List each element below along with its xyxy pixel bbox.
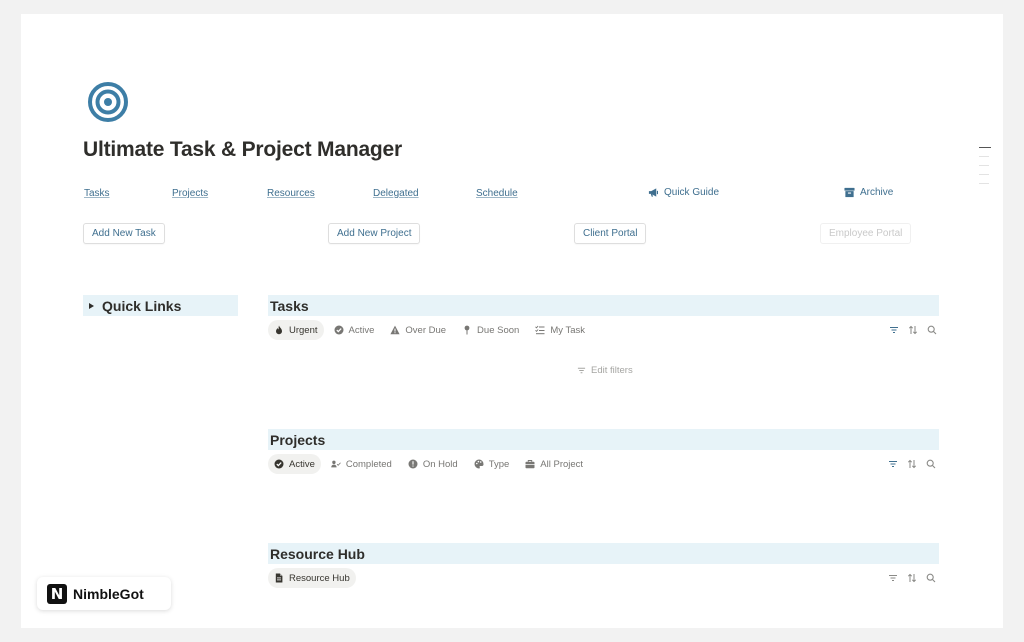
warning-icon [390,325,400,335]
quick-guide-link[interactable]: Quick Guide [648,187,719,198]
tab-label: On Hold [422,458,458,470]
brand-name: NimbleGot [73,585,144,602]
add-new-task-button[interactable]: Add New Task [83,223,165,244]
toc-line [979,156,989,157]
tab-label: Urgent [289,324,318,336]
tab-completed[interactable]: Completed [325,454,398,474]
search-icon[interactable] [926,459,936,469]
tab-label: My Task [550,324,585,336]
person-check-icon [331,460,341,468]
alert-circle-icon [408,459,418,469]
palette-icon [474,459,484,469]
tab-label: Due Soon [477,324,520,336]
tab-active[interactable]: Active [268,454,321,474]
tab-active[interactable]: Active [328,320,381,340]
table-of-contents-indicator[interactable] [979,147,991,192]
filter-icon[interactable] [888,573,898,583]
tasks-section-title: Tasks [270,297,309,314]
filter-icon[interactable] [889,325,899,335]
quick-links-toggle[interactable]: Quick Links [83,295,238,316]
tab-label: Completed [345,458,392,470]
edit-filters-label: Edit filters [591,364,633,376]
brand-badge: N NimbleGot [37,577,171,610]
briefcase-icon [525,460,535,469]
checklist-icon [535,325,545,335]
add-new-project-button[interactable]: Add New Project [328,223,421,244]
search-icon[interactable] [926,573,936,583]
toc-line [979,183,989,184]
archive-link[interactable]: Archive [844,187,893,198]
document-icon [275,573,283,583]
projects-section-header: Projects [268,429,939,450]
resource-hub-section-title: Resource Hub [270,545,365,562]
resource-hub-toolbar [888,573,936,583]
megaphone-icon [648,188,658,197]
tab-all-project[interactable]: All Project [519,454,589,474]
tab-urgent[interactable]: Urgent [268,320,324,340]
page: Ultimate Task & Project Manager Tasks Pr… [21,14,1003,628]
tasks-view-tabs: Urgent Active Over Due Due Soon My Task [268,320,591,340]
projects-section-title: Projects [270,431,326,448]
fire-icon [276,325,282,335]
page-title: Ultimate Task & Project Manager [83,138,403,161]
nav-link-schedule[interactable]: Schedule [476,188,518,199]
toc-line [979,174,989,175]
tab-my-task[interactable]: My Task [529,320,591,340]
tab-label: Resource Hub [289,572,350,584]
employee-portal-button[interactable]: Employee Portal [820,223,912,244]
nav-link-tasks[interactable]: Tasks [84,188,110,199]
tab-due-soon[interactable]: Due Soon [456,320,525,340]
target-icon [88,82,128,122]
tab-label: Active [289,458,315,470]
resource-hub-view-tabs: Resource Hub [268,568,356,588]
pin-icon [464,325,470,335]
tab-label: Over Due [405,324,447,336]
nav-link-delegated[interactable]: Delegated [373,188,419,199]
projects-view-tabs: Active Completed On Hold Type All Projec… [268,454,589,474]
filter-icon [577,367,586,373]
tab-label: Type [488,458,510,470]
tasks-section-header: Tasks [268,295,939,316]
edit-filters-button[interactable]: Edit filters [571,361,639,379]
nav-link-resources[interactable]: Resources [267,188,315,199]
resource-hub-section-header: Resource Hub [268,543,939,564]
check-circle-icon [274,459,284,469]
search-icon[interactable] [927,325,937,335]
quick-guide-label: Quick Guide [664,187,720,198]
sort-icon[interactable] [907,459,917,469]
toc-line [979,165,989,166]
filter-icon[interactable] [888,459,898,469]
tab-label: Active [348,324,375,336]
tab-type[interactable]: Type [468,454,516,474]
toggle-triangle-icon [89,302,94,309]
archive-box-icon [844,187,855,198]
tab-resource-hub[interactable]: Resource Hub [268,568,356,588]
tasks-toolbar [889,325,937,335]
tab-over-due[interactable]: Over Due [384,320,452,340]
tab-on-hold[interactable]: On Hold [402,454,464,474]
quick-links-label: Quick Links [102,297,182,314]
brand-logo-icon: N [47,583,67,604]
check-circle-icon [334,325,344,335]
sort-icon[interactable] [908,325,918,335]
sort-icon[interactable] [907,573,917,583]
projects-toolbar [888,459,936,469]
archive-label: Archive [860,187,894,198]
nav-link-projects[interactable]: Projects [172,188,208,199]
tab-label: All Project [540,458,584,470]
client-portal-button[interactable]: Client Portal [574,223,647,244]
toc-line [979,147,991,148]
